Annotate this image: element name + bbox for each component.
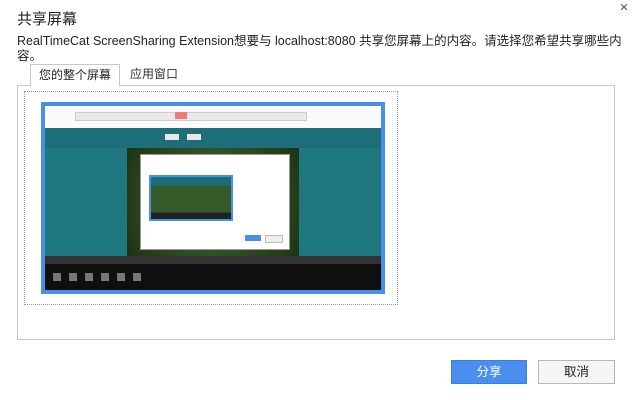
preview-taskbar <box>45 264 381 290</box>
source-tabs: 您的整个屏幕 应用窗口 <box>30 64 186 87</box>
preview-nav-button <box>165 134 179 140</box>
preview-browser-bar <box>45 106 381 129</box>
preview-address-highlight <box>175 112 187 119</box>
preview-left-panel <box>45 148 127 256</box>
preview-taskbar-icon <box>85 273 93 281</box>
preview-taskbar-icon <box>101 273 109 281</box>
screen-option[interactable] <box>24 91 398 305</box>
preview-taskbar-icon <box>69 273 77 281</box>
close-icon[interactable]: × <box>616 0 632 16</box>
tab-entire-screen[interactable]: 您的整个屏幕 <box>30 64 121 87</box>
preview-nested-dialog <box>140 154 290 250</box>
tab-application-window[interactable]: 应用窗口 <box>120 64 186 85</box>
share-button[interactable]: 分享 <box>451 360 527 384</box>
preview-nested-thumbnail <box>149 175 233 221</box>
preview-taskbar-icon <box>117 273 125 281</box>
preview-taskbar-icon <box>53 273 61 281</box>
cancel-button[interactable]: 取消 <box>538 360 615 384</box>
screen-thumbnail[interactable] <box>41 102 385 294</box>
preview-app-nav <box>45 128 381 148</box>
dialog-title: 共享屏幕 <box>17 11 78 28</box>
dialog-description: RealTimeCat ScreenSharing Extension想要与 l… <box>17 34 622 63</box>
preview-nested-share-button <box>245 235 261 241</box>
preview-taskbar-icon <box>133 273 141 281</box>
preview-nav-button <box>187 134 201 140</box>
share-screen-dialog: 共享屏幕 × RealTimeCat ScreenSharing Extensi… <box>0 0 640 400</box>
preview-right-panel <box>299 148 381 256</box>
preview-address-bar <box>75 112 307 121</box>
source-panel <box>17 85 615 340</box>
preview-bottom-strip <box>45 256 381 264</box>
preview-nested-cancel-button <box>265 235 283 243</box>
